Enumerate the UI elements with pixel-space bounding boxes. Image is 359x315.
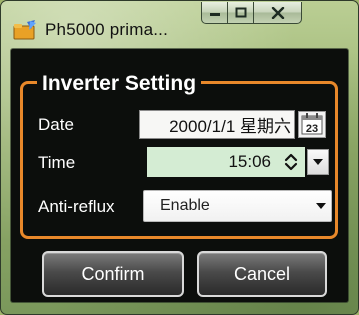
confirm-button[interactable]: Confirm — [42, 251, 184, 297]
calendar-day: 23 — [306, 123, 318, 135]
window-title: Ph5000 prima... — [45, 20, 169, 39]
caption-buttons — [201, 2, 302, 24]
close-button[interactable] — [254, 2, 302, 24]
anti-reflux-select[interactable]: Enable — [143, 190, 332, 222]
minimize-icon — [209, 12, 220, 16]
maximize-button[interactable] — [228, 2, 254, 24]
close-icon — [271, 6, 284, 19]
dropdown-arrow-icon — [316, 203, 326, 209]
time-value: 15:06 — [228, 152, 271, 171]
date-field[interactable]: 2000/1/1 星期六 — [139, 110, 295, 139]
minimize-button[interactable] — [201, 2, 228, 24]
time-field[interactable]: 15:06 — [147, 147, 305, 177]
cancel-button[interactable]: Cancel — [197, 251, 327, 297]
dialog-window: Ph5000 prima... Inverter Setting Date 20… — [0, 0, 359, 315]
time-dropdown-button[interactable] — [307, 149, 329, 175]
date-label: Date — [38, 115, 74, 134]
chevron-down-icon — [313, 158, 323, 165]
maximize-icon — [235, 7, 246, 18]
title-bar[interactable]: Ph5000 prima... — [1, 1, 358, 47]
time-label: Time — [38, 153, 76, 172]
calendar-icon: 23 — [301, 113, 323, 135]
anti-reflux-label: Anti-reflux — [38, 197, 115, 216]
app-icon — [13, 20, 36, 40]
group-title: Inverter Setting — [37, 71, 202, 97]
calendar-button[interactable]: 23 — [298, 111, 326, 138]
spin-up-down-icon[interactable] — [283, 152, 299, 172]
